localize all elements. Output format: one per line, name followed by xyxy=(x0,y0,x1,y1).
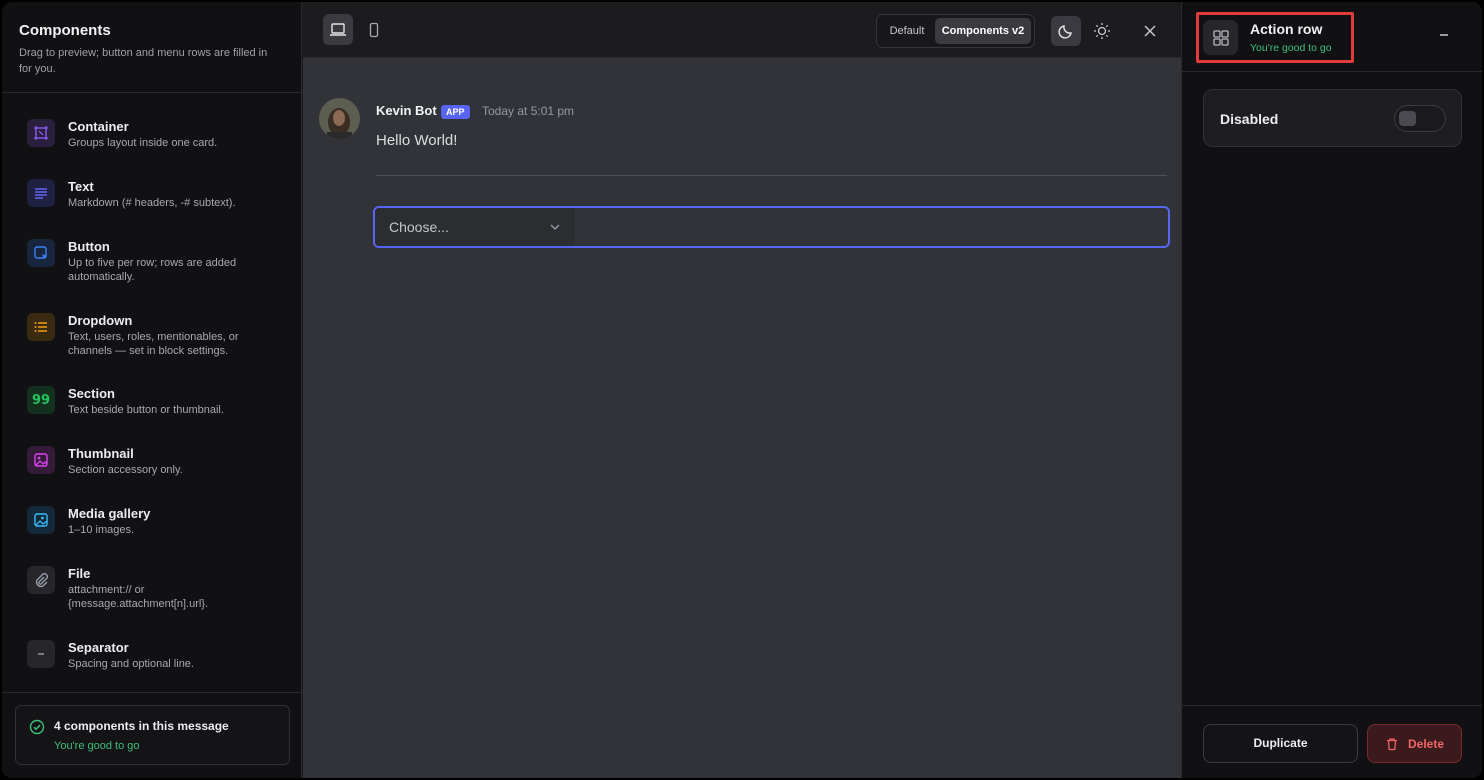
action-row-preview[interactable]: Choose... xyxy=(373,206,1170,248)
mode-default-option[interactable]: Default xyxy=(881,18,933,44)
component-description: Markdown (# headers, -# subtext). xyxy=(68,197,236,209)
paperclip-icon xyxy=(27,566,55,594)
disabled-label: Disabled xyxy=(1220,111,1279,127)
light-theme-button[interactable] xyxy=(1087,16,1117,46)
component-description: Text beside button or thumbnail. xyxy=(68,404,224,416)
mobile-view-button[interactable] xyxy=(359,14,389,45)
message-status-card: 4 components in this message You're good… xyxy=(15,705,290,765)
sidebar-header: Components Drag to preview; button and m… xyxy=(2,2,302,93)
sidebar-description: Drag to preview; button and menu rows ar… xyxy=(19,47,268,75)
component-description: Spacing and optional line. xyxy=(68,658,194,670)
disabled-option-card: Disabled xyxy=(1203,89,1462,147)
components-sidebar: Components Drag to preview; button and m… xyxy=(2,2,302,778)
component-name: Media gallery xyxy=(68,506,151,521)
component-name: File xyxy=(68,566,91,581)
component-name: Dropdown xyxy=(68,313,133,328)
dropdown-select[interactable]: Choose... xyxy=(375,208,575,246)
sidebar-footer: 4 components in this message You're good… xyxy=(2,692,302,778)
component-name: Button xyxy=(68,239,110,254)
moon-icon xyxy=(1058,25,1072,39)
component-description: Up to five per row; rows are added autom… xyxy=(68,257,237,283)
status-subtitle: You're good to go xyxy=(54,740,140,752)
preview-area: Default Components v2 Kevin Bot APP Toda… xyxy=(303,2,1181,778)
panel-header: Action row You're good to go xyxy=(1182,2,1482,72)
container-icon xyxy=(27,119,55,147)
chevron-down-icon xyxy=(550,224,560,230)
status-title: 4 components in this message xyxy=(54,719,229,733)
close-preview-button[interactable] xyxy=(1137,18,1163,44)
component-name: Text xyxy=(68,179,94,194)
select-placeholder: Choose... xyxy=(389,219,449,235)
component-name: Thumbnail xyxy=(68,446,134,461)
collapse-panel-button[interactable] xyxy=(1436,26,1452,42)
separator-line xyxy=(376,175,1167,176)
app-window: Components Drag to preview; button and m… xyxy=(2,2,1482,778)
highlight-box xyxy=(1196,12,1354,63)
disabled-toggle[interactable] xyxy=(1394,105,1446,132)
avatar xyxy=(319,98,360,139)
sun-icon xyxy=(1094,23,1110,39)
button-cursor-icon xyxy=(27,239,55,267)
component-name: Container xyxy=(68,119,129,134)
minus-icon xyxy=(27,640,55,668)
component-name: Section xyxy=(68,386,115,401)
component-description: Section accessory only. xyxy=(68,464,183,476)
component-description: Groups layout inside one card. xyxy=(68,137,218,149)
image-icon xyxy=(27,446,55,474)
trash-icon xyxy=(1387,738,1397,751)
component-description: 1–10 images. xyxy=(68,524,135,536)
message-timestamp: Today at 5:01 pm xyxy=(482,104,575,118)
message-content: Hello World! xyxy=(376,132,458,149)
delete-label: Delete xyxy=(1408,737,1445,751)
app-badge: APP xyxy=(441,105,470,119)
list-icon xyxy=(27,313,55,341)
mode-toggle: Default Components v2 xyxy=(876,14,1035,48)
sidebar-title: Components xyxy=(19,22,111,39)
mode-components-v2-option[interactable]: Components v2 xyxy=(935,18,1031,44)
settings-panel: Action row You're good to go Disabled Du… xyxy=(1181,2,1482,778)
toggle-knob xyxy=(1399,111,1416,126)
phone-icon xyxy=(369,22,379,37)
panel-footer: Duplicate Delete xyxy=(1182,705,1482,778)
laptop-icon xyxy=(330,22,346,36)
close-icon xyxy=(1144,25,1156,37)
duplicate-button[interactable]: Duplicate xyxy=(1203,724,1358,763)
component-name: Separator xyxy=(68,640,129,655)
quote-icon: 99 xyxy=(27,386,55,414)
delete-button[interactable]: Delete xyxy=(1367,724,1462,763)
desktop-view-button[interactable] xyxy=(323,14,353,45)
gallery-icon xyxy=(27,506,55,534)
check-circle-icon xyxy=(29,719,45,735)
component-description: Text, users, roles, mentionables, or cha… xyxy=(68,331,239,357)
component-description: attachment:// or {message.attachment[n].… xyxy=(68,584,209,610)
preview-toolbar: Default Components v2 xyxy=(303,2,1181,58)
dark-theme-button[interactable] xyxy=(1051,16,1081,46)
text-lines-icon xyxy=(27,179,55,207)
minus-icon xyxy=(1440,34,1448,36)
message-author[interactable]: Kevin Bot xyxy=(376,103,437,118)
